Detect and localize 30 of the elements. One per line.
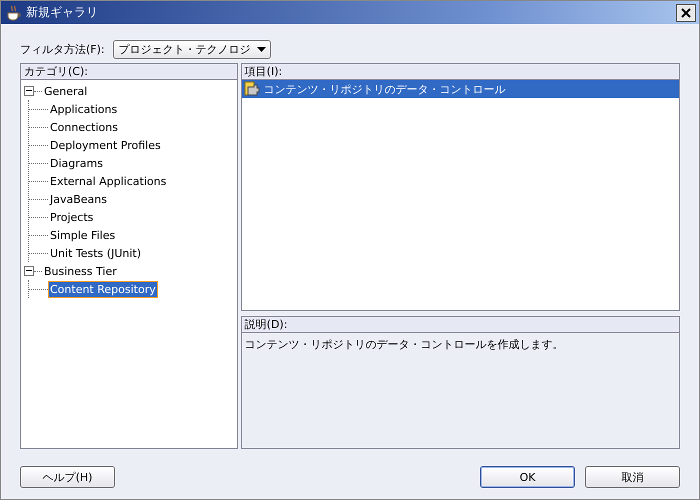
tree-item[interactable]: Business Tier (42, 262, 119, 280)
collapse-icon[interactable] (24, 266, 34, 276)
close-icon (681, 8, 691, 18)
tree-item[interactable]: JavaBeans (48, 190, 109, 208)
description-text: コンテンツ・リポジトリのデータ・コントロールを作成します。 (244, 337, 565, 353)
gallery-item[interactable]: コンテンツ・リポジトリのデータ・コントロール (242, 80, 679, 98)
close-button[interactable] (676, 4, 696, 22)
collapse-icon[interactable] (24, 86, 34, 96)
data-control-icon (244, 81, 260, 97)
tree-item[interactable]: Simple Files (48, 226, 118, 244)
tree-item[interactable]: Connections (48, 118, 120, 136)
tree-item[interactable]: Projects (48, 208, 96, 226)
ok-button[interactable]: OK (480, 466, 575, 488)
tree-item[interactable]: Diagrams (48, 154, 105, 172)
category-header: カテゴリ(C): (21, 64, 237, 80)
item-header: 項目(I): (242, 64, 679, 80)
tree-item[interactable]: Applications (48, 100, 120, 118)
coffee-cup-icon (6, 4, 22, 20)
help-button[interactable]: ヘルプ(H) (20, 466, 115, 488)
filter-label: フィルタ方法(F): (20, 42, 105, 56)
tree-item[interactable]: Unit Tests (JUnit) (48, 244, 143, 262)
filter-dropdown[interactable]: プロジェクト・テクノロジ (112, 40, 271, 58)
dropdown-arrow-icon (256, 46, 266, 52)
description-header: 説明(D): (242, 317, 679, 333)
window-title: 新規ギャラリ (26, 4, 99, 21)
tree-item[interactable]: Content Repository (48, 280, 158, 298)
tree-item[interactable]: Deployment Profiles (48, 136, 163, 154)
tree-item[interactable]: External Applications (48, 172, 168, 190)
tree-item[interactable]: General (42, 82, 90, 100)
cancel-button[interactable]: 取消 (585, 466, 680, 488)
